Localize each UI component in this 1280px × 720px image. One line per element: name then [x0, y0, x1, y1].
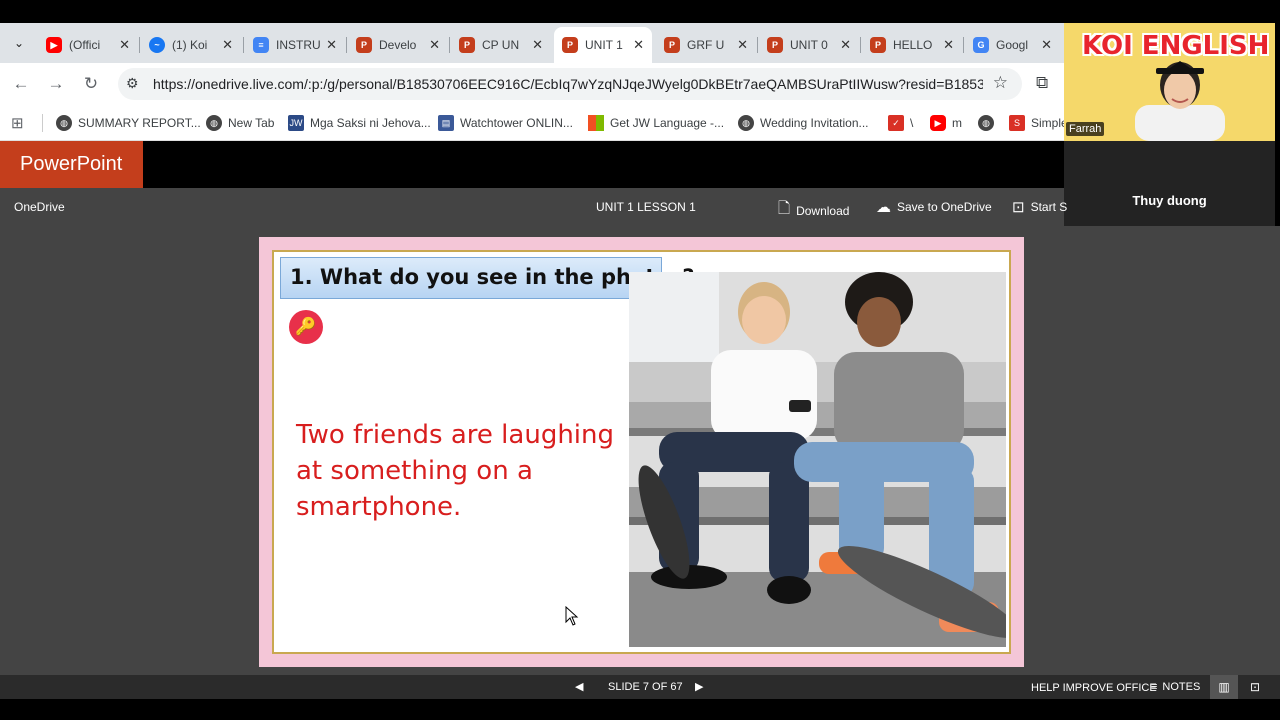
slide-title: 1. What do you see in the photos? [280, 257, 695, 299]
close-icon[interactable]: ✕ [840, 37, 851, 53]
two-friends-photo [629, 272, 1006, 647]
close-icon[interactable]: ✕ [737, 37, 748, 53]
notes-icon: ≡ [1151, 681, 1158, 693]
site-info-icon[interactable]: ⚙ [126, 75, 139, 92]
host-video-tile: KOI ENGLISH Farrah [1064, 23, 1275, 141]
help-improve-office-link[interactable]: HELP IMPROVE OFFICE [1031, 682, 1157, 694]
close-icon[interactable]: ✕ [943, 37, 954, 53]
bookmark-youtube[interactable]: ▶ m [930, 113, 962, 133]
globe-icon: ◍ [206, 115, 222, 131]
extensions-icon[interactable]: ⧉ [1036, 73, 1048, 93]
google-translate-icon: G [973, 37, 989, 53]
key-icon[interactable]: 🔑 [289, 310, 323, 344]
app-icon: ✓ [888, 115, 904, 131]
bookmark-globe[interactable]: ◍ [978, 113, 1000, 133]
powerpoint-icon: P [767, 37, 783, 53]
notes-button[interactable]: ≡ NOTES [1151, 681, 1200, 693]
powerpoint-app-name[interactable]: PowerPoint [0, 141, 143, 188]
url-text[interactable]: https://onedrive.live.com/:p:/g/personal… [153, 76, 983, 92]
tab-ppt-hello[interactable]: P HELLO ✕ [862, 27, 962, 63]
globe-icon: ◍ [56, 115, 72, 131]
download-icon: 🗋 [778, 200, 791, 217]
bookmark-watchtower[interactable]: ▤ Watchtower ONLIN... [438, 113, 573, 133]
host-avatar-image [1135, 61, 1225, 141]
forward-icon[interactable]: → [45, 73, 67, 95]
reading-view-icon[interactable]: ▥ [1210, 675, 1238, 699]
globe-icon: ◍ [738, 115, 754, 131]
presentation-icon: ⊡ [1012, 199, 1025, 216]
bookmark-summary-report[interactable]: ◍ SUMMARY REPORT... [56, 113, 201, 133]
bookmark-simple[interactable]: S Simple [1009, 113, 1068, 133]
close-icon[interactable]: ✕ [532, 37, 543, 53]
bookmark-jw-language[interactable]: Get JW Language -... [588, 113, 724, 133]
bookmark-new-tab[interactable]: ◍ New Tab [206, 113, 274, 133]
tab-ppt-cp[interactable]: P CP UN ✕ [451, 27, 551, 63]
powerpoint-icon: P [870, 37, 886, 53]
onedrive-link[interactable]: OneDrive [14, 200, 65, 214]
jw-icon: JW [288, 115, 304, 131]
tab-youtube[interactable]: ▶ (Offici ✕ [38, 27, 138, 63]
status-bar: ◀ SLIDE 7 OF 67 ▶ HELP IMPROVE OFFICE ≡ … [0, 675, 1280, 699]
powerpoint-icon: P [356, 37, 372, 53]
screen: ⌄ ▶ (Offici ✕ ~ (1) Koi ✕ ≡ INSTRU ✕ P D… [0, 0, 1280, 720]
next-slide-icon[interactable]: ▶ [695, 680, 703, 693]
browser-toolbar: ← → ↻ ⚙ https://onedrive.live.com/:p:/g/… [0, 63, 1064, 105]
tab-ppt-develop[interactable]: P Develo ✕ [348, 27, 448, 63]
download-button[interactable]: 🗋 Download [778, 198, 849, 223]
tab-ppt-unit1-active[interactable]: P UNIT 1 ✕ [554, 27, 652, 63]
library-icon: ▤ [438, 115, 454, 131]
s-icon: S [1009, 115, 1025, 131]
slide-counter: SLIDE 7 OF 67 [608, 681, 683, 693]
tab-messenger[interactable]: ~ (1) Koi ✕ [141, 27, 241, 63]
document-title: UNIT 1 LESSON 1 [596, 200, 696, 214]
bookmark-jw[interactable]: JW Mga Saksi ni Jehova... [288, 113, 431, 133]
tab-docs[interactable]: ≡ INSTRU ✕ [245, 27, 345, 63]
participant-name: Thuy duong [1132, 193, 1207, 208]
stage-right [1064, 261, 1280, 675]
powerpoint-command-bar: OneDrive UNIT 1 LESSON 1 🗋 Download ☁ Sa… [0, 188, 1067, 226]
bookmark-wedding[interactable]: ◍ Wedding Invitation... [738, 113, 869, 133]
address-bar[interactable]: ⚙ https://onedrive.live.com/:p:/g/person… [118, 68, 1022, 100]
save-to-onedrive-button[interactable]: ☁ Save to OneDrive [876, 198, 992, 216]
tab-ppt-unit0[interactable]: P UNIT 0 ✕ [759, 27, 859, 63]
slide[interactable]: 1. What do you see in the photos? 🔑 Two … [259, 237, 1024, 667]
tab-google[interactable]: G Googl ✕ [965, 27, 1060, 63]
slide-content: 1. What do you see in the photos? 🔑 Two … [272, 250, 1011, 654]
tab-strip: ⌄ ▶ (Offici ✕ ~ (1) Koi ✕ ≡ INSTRU ✕ P D… [0, 23, 1064, 63]
globe-icon: ◍ [978, 115, 994, 131]
start-slideshow-button[interactable]: ⊡ Start S [1012, 198, 1067, 216]
bookmark-star-icon[interactable]: ☆ [993, 73, 1008, 93]
powerpoint-header: PowerPoint [0, 141, 1064, 188]
tab-search-icon[interactable]: ⌄ [8, 32, 30, 54]
close-icon[interactable]: ✕ [429, 37, 440, 53]
tab-ppt-grf[interactable]: P GRF U ✕ [656, 27, 756, 63]
slideshow-view-icon[interactable]: ⊡ [1250, 680, 1260, 694]
bottom-bezel [0, 699, 1280, 720]
back-icon[interactable]: ← [10, 73, 32, 95]
close-icon[interactable]: ✕ [119, 37, 130, 53]
bookmarks-bar: ⊞ ◍ SUMMARY REPORT... ◍ New Tab JW Mga S… [0, 105, 1068, 141]
slide-answer-text: Two friends are laughing at something on… [296, 420, 615, 522]
cloud-icon: ☁ [876, 199, 891, 216]
bookmark-app[interactable]: ✓ \ [888, 113, 913, 133]
host-name-label: Farrah [1066, 122, 1105, 136]
close-icon[interactable]: ✕ [222, 37, 233, 53]
reload-icon[interactable]: ↻ [80, 73, 102, 95]
powerpoint-icon: P [664, 37, 680, 53]
close-icon[interactable]: ✕ [633, 37, 644, 53]
powerpoint-icon: P [562, 37, 578, 53]
previous-slide-icon[interactable]: ◀ [575, 680, 583, 693]
youtube-icon: ▶ [930, 115, 946, 131]
youtube-icon: ▶ [46, 37, 62, 53]
docs-icon: ≡ [253, 37, 269, 53]
close-icon[interactable]: ✕ [326, 37, 337, 53]
apps-grid-icon[interactable]: ⊞ [11, 114, 24, 132]
powerpoint-icon: P [459, 37, 475, 53]
microsoft-icon [588, 115, 604, 131]
messenger-icon: ~ [149, 37, 165, 53]
close-icon[interactable]: ✕ [1041, 37, 1052, 53]
mouse-cursor-icon [565, 606, 579, 626]
